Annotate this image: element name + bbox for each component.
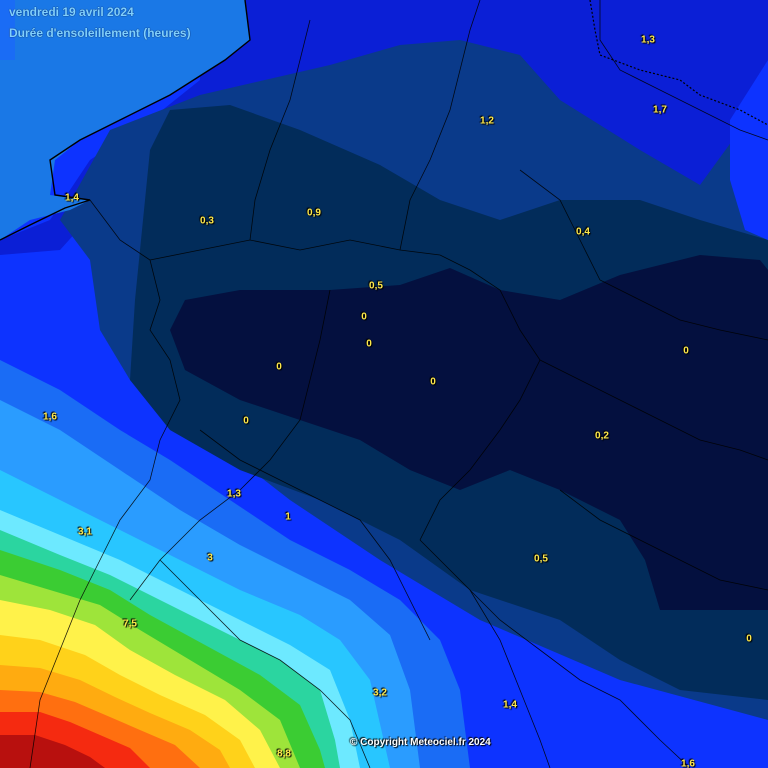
value-label: 0 (276, 361, 282, 373)
map-date: vendredi 19 avril 2024 (9, 5, 134, 19)
value-label: 0,2 (595, 430, 609, 442)
value-label: 3,2 (373, 687, 387, 699)
copyright-notice: © Copyright Meteociel.fr 2024 (350, 737, 491, 748)
value-label: 0 (430, 376, 436, 388)
value-label: 1,2 (480, 115, 494, 127)
sunshine-map: vendredi 19 avril 2024 Durée d'ensoleill… (0, 0, 768, 768)
value-label: 0,3 (200, 215, 214, 227)
value-label: 0,9 (307, 207, 321, 219)
value-label: 8,8 (277, 748, 291, 760)
value-label: 3 (207, 552, 213, 564)
value-label: 0 (683, 345, 689, 357)
value-label: 7,5 (123, 618, 137, 630)
value-label: 0 (361, 311, 367, 323)
value-label: 1,6 (43, 411, 57, 423)
value-label: 3,1 (78, 526, 92, 538)
value-label: 0 (746, 633, 752, 645)
value-label: 1,7 (653, 104, 667, 116)
value-label: 0 (366, 338, 372, 350)
value-label: 1 (285, 511, 291, 523)
value-label: 1,4 (503, 699, 517, 711)
map-title: Durée d'ensoleillement (heures) (9, 26, 191, 40)
value-label: 1,4 (65, 192, 79, 204)
value-label: 1,3 (227, 488, 241, 500)
value-label: 0,4 (576, 226, 590, 238)
value-label: 0,5 (369, 280, 383, 292)
value-label: 1,6 (681, 758, 695, 768)
value-label: 0,5 (534, 553, 548, 565)
value-label: 0 (243, 415, 249, 427)
value-label: 1,3 (641, 34, 655, 46)
